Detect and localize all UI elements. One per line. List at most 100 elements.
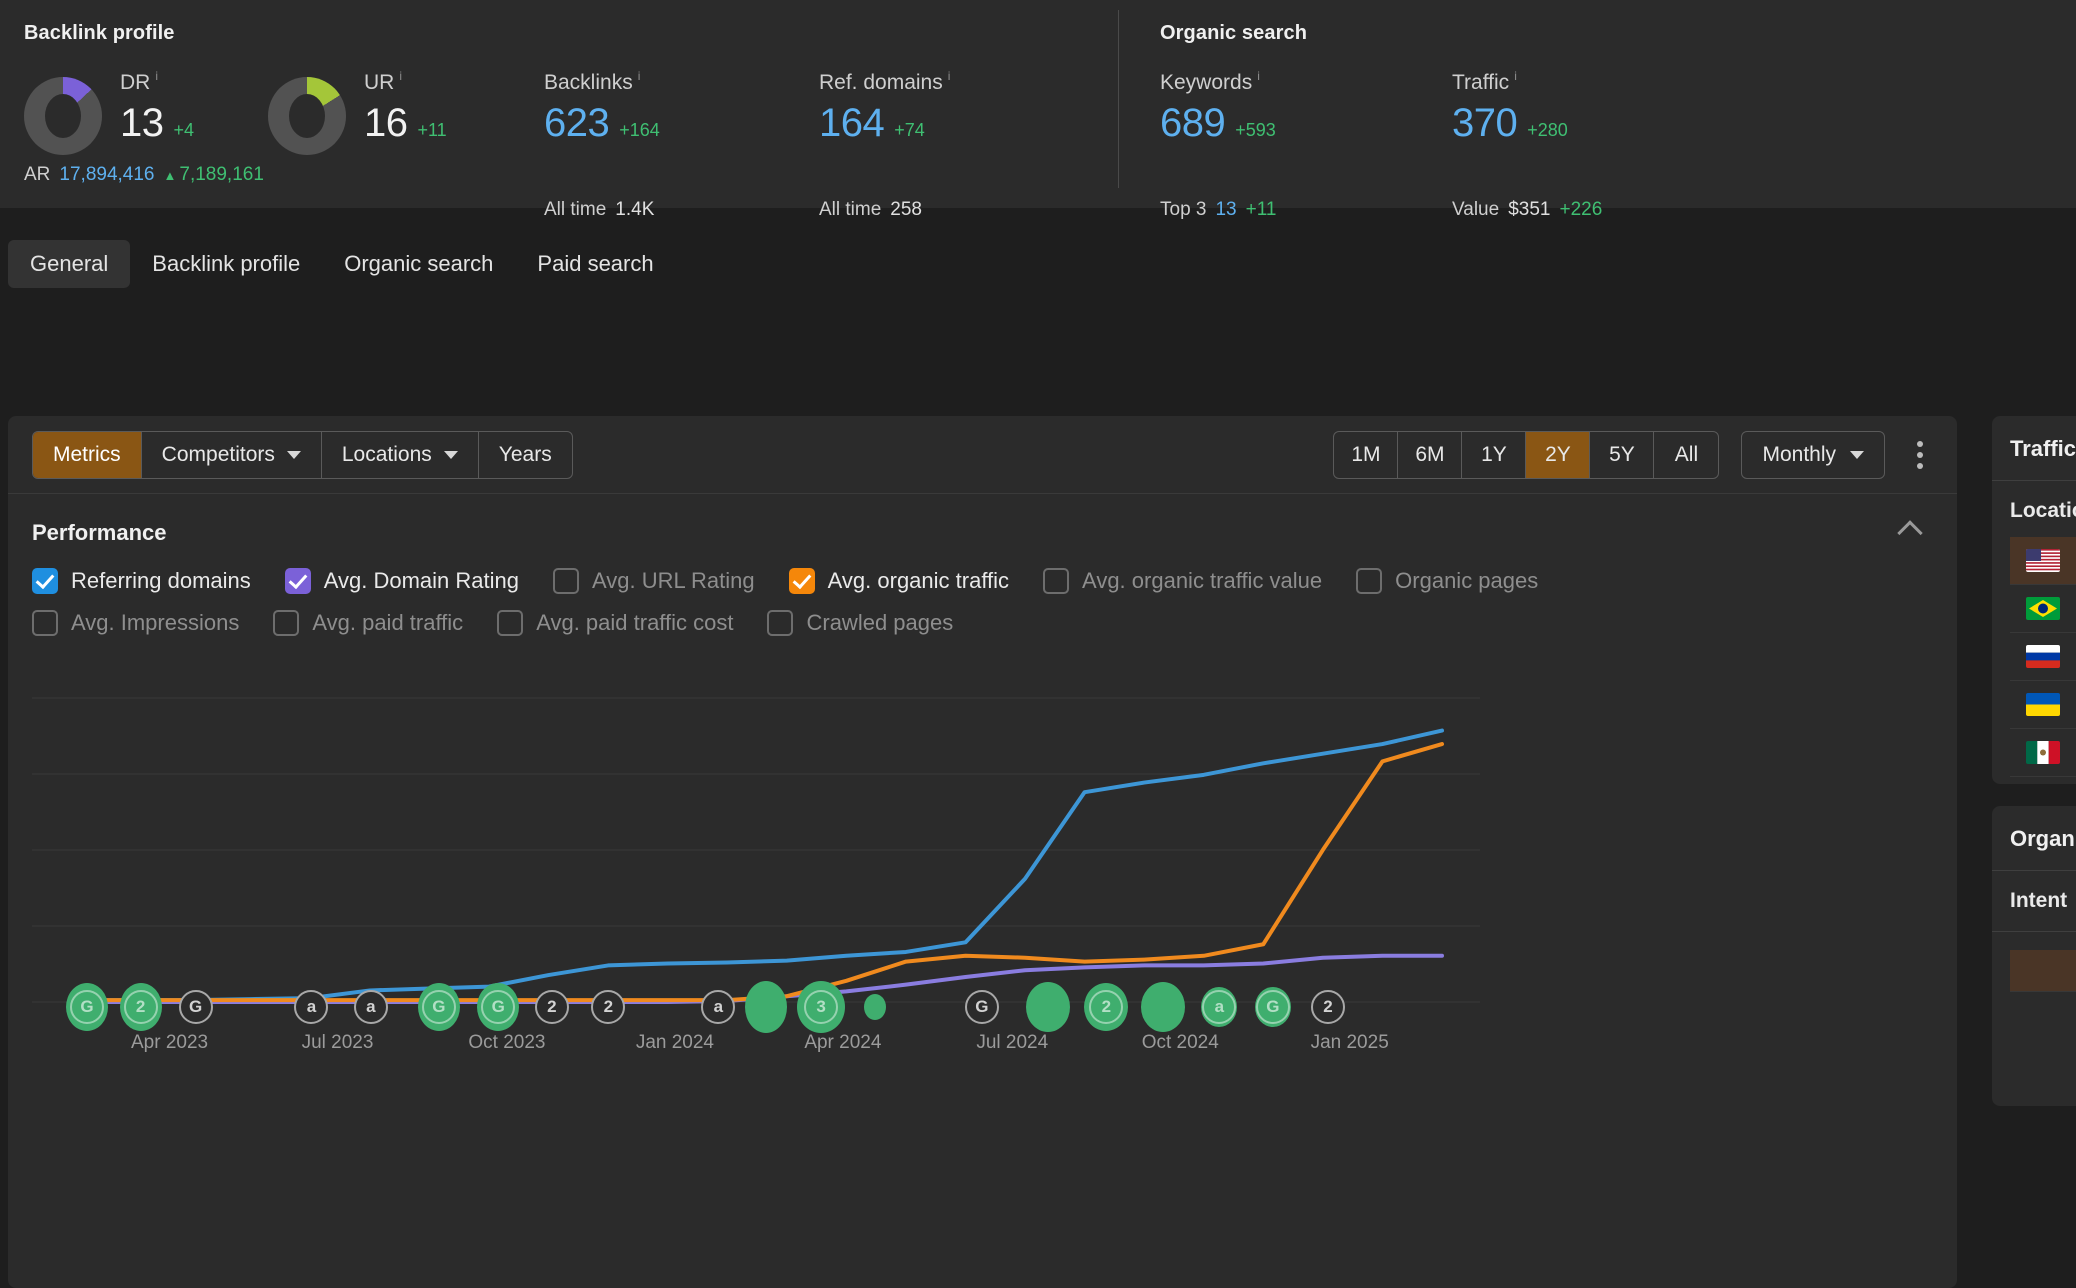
- intent-row[interactable]: [2010, 950, 2076, 992]
- info-icon[interactable]: i: [1257, 69, 1260, 83]
- checkbox-avg-organic-traffic[interactable]: Avg. organic traffic: [789, 568, 1009, 594]
- traffic-locations-panel: Traffic Locations ‹: [1992, 416, 2076, 784]
- locations-subtitle: Locations: [2010, 499, 2076, 523]
- segment-locations[interactable]: Locations: [322, 432, 479, 478]
- checkbox-avg-paid-traffic[interactable]: Avg. paid traffic: [273, 610, 463, 636]
- metric-traffic[interactable]: Traffic i 370 +280 Value $351 +226: [1452, 71, 1744, 221]
- ahrefs-rank-row[interactable]: AR 17,894,416 ▲ 7,189,161: [24, 164, 264, 186]
- backlinks-label: Backlinks i: [544, 71, 819, 95]
- tab-general[interactable]: General: [8, 240, 130, 288]
- checkbox-avg-impressions[interactable]: Avg. Impressions: [32, 610, 239, 636]
- event-marker[interactable]: G: [1256, 990, 1290, 1024]
- event-marker[interactable]: G: [179, 990, 213, 1024]
- performance-chart[interactable]: G2GaaGG22a3G2aG2 Apr 2023Jul 2023Oct 202…: [32, 680, 1933, 1080]
- location-row-ru[interactable]: [2010, 633, 2076, 681]
- locations-list: [2010, 537, 2076, 777]
- event-marker[interactable]: 2: [591, 990, 625, 1024]
- dot: [1917, 441, 1923, 447]
- traffic-subline: Value $351 +226: [1452, 199, 1602, 221]
- location-row-br[interactable]: [2010, 585, 2076, 633]
- range-1y[interactable]: 1Y: [1462, 432, 1526, 478]
- tab-backlink-profile[interactable]: Backlink profile: [130, 240, 322, 288]
- checkbox-organic-pages[interactable]: Organic pages: [1356, 568, 1538, 594]
- event-marker[interactable]: 3: [804, 990, 838, 1024]
- more-options-button[interactable]: [1907, 433, 1933, 477]
- tab-paid-search[interactable]: Paid search: [515, 240, 675, 288]
- chart-toolbar: MetricsCompetitorsLocationsYears 1M6M1Y2…: [8, 416, 1957, 494]
- location-row-us[interactable]: [2010, 537, 2076, 585]
- ref-domains-label: Ref. domains i: [819, 71, 1099, 95]
- range-5y[interactable]: 5Y: [1590, 432, 1654, 478]
- event-highlight-halo: [1141, 982, 1185, 1032]
- checkbox-crawled-pages[interactable]: Crawled pages: [767, 610, 953, 636]
- event-marker[interactable]: a: [354, 990, 388, 1024]
- ref-domains-subline: All time 258: [819, 199, 922, 221]
- range-6m[interactable]: 6M: [1398, 432, 1462, 478]
- metric-keywords[interactable]: Keywords i 689 +593 Top 3 13 +11: [1160, 71, 1452, 221]
- info-icon[interactable]: i: [399, 69, 402, 83]
- checkbox-avg-organic-traffic-value[interactable]: Avg. organic traffic value: [1043, 568, 1322, 594]
- event-marker[interactable]: G: [965, 990, 999, 1024]
- info-icon[interactable]: i: [948, 69, 951, 83]
- event-highlight-halo: [745, 981, 787, 1033]
- checkbox-avg-paid-traffic-cost[interactable]: Avg. paid traffic cost: [497, 610, 733, 636]
- granularity-dropdown[interactable]: Monthly: [1741, 431, 1885, 479]
- location-row-mx[interactable]: [2010, 729, 2076, 777]
- event-highlight-halo: [864, 994, 886, 1020]
- chevron-up-icon[interactable]: [1897, 520, 1922, 545]
- metric-dr[interactable]: DR i 13 +4: [24, 71, 268, 221]
- segment-metrics[interactable]: Metrics: [33, 432, 142, 478]
- event-marker[interactable]: a: [701, 990, 735, 1024]
- ar-value: 17,894,416: [59, 164, 154, 186]
- event-marker[interactable]: 2: [535, 990, 569, 1024]
- performance-panel: MetricsCompetitorsLocationsYears 1M6M1Y2…: [8, 416, 1957, 1288]
- checkbox-icon[interactable]: [789, 568, 815, 594]
- checkbox-icon[interactable]: [553, 568, 579, 594]
- main-tabs: GeneralBacklink profileOrganic searchPai…: [0, 231, 2076, 296]
- checkbox-icon[interactable]: [1043, 568, 1069, 594]
- checkbox-avg-domain-rating[interactable]: Avg. Domain Rating: [285, 568, 519, 594]
- checkbox-icon[interactable]: [273, 610, 299, 636]
- range-all[interactable]: All: [1654, 432, 1718, 478]
- event-marker[interactable]: 2: [1089, 990, 1123, 1024]
- info-icon[interactable]: i: [638, 69, 641, 83]
- checkbox-icon[interactable]: [285, 568, 311, 594]
- event-highlight-halo: [1026, 982, 1070, 1032]
- ur-gauge-icon: [268, 77, 346, 155]
- metric-ref-domains[interactable]: Ref. domains i 164 +74 All time 258: [819, 71, 1099, 221]
- checkbox-row: Referring domains Avg. Domain Rating Avg. …: [32, 568, 1933, 610]
- event-marker[interactable]: G: [481, 990, 515, 1024]
- checkbox-row: Avg. Impressions Avg. paid traffic Avg. pa…: [32, 610, 1933, 652]
- checkbox-icon[interactable]: [497, 610, 523, 636]
- range-2y[interactable]: 2Y: [1526, 432, 1590, 478]
- event-marker[interactable]: 2: [124, 990, 158, 1024]
- dot: [1917, 452, 1923, 458]
- metric-ur[interactable]: UR i 16 +11: [268, 71, 544, 221]
- date-range-group: 1M6M1Y2Y5YAll: [1333, 431, 1719, 479]
- checkbox-avg-url-rating[interactable]: Avg. URL Rating: [553, 568, 755, 594]
- metric-checkbox-list: Referring domains Avg. Domain Rating Avg. …: [8, 546, 1957, 652]
- checkbox-icon[interactable]: [1356, 568, 1382, 594]
- event-marker[interactable]: G: [70, 990, 104, 1024]
- event-marker[interactable]: 2: [1311, 990, 1345, 1024]
- tab-organic-search[interactable]: Organic search: [322, 240, 515, 288]
- x-axis-tick-label: Jan 2025: [1311, 1032, 1389, 1054]
- range-1m[interactable]: 1M: [1334, 432, 1398, 478]
- checkbox-referring-domains[interactable]: Referring domains: [32, 568, 251, 594]
- keywords-label: Keywords i: [1160, 71, 1452, 95]
- divider: [1992, 870, 2076, 871]
- event-marker[interactable]: a: [1202, 990, 1236, 1024]
- keywords-value: 689: [1160, 101, 1225, 145]
- segment-competitors[interactable]: Competitors: [142, 432, 322, 478]
- location-row-ua[interactable]: [2010, 681, 2076, 729]
- event-marker[interactable]: a: [294, 990, 328, 1024]
- performance-title: Performance: [32, 520, 167, 546]
- checkbox-icon[interactable]: [767, 610, 793, 636]
- info-icon[interactable]: i: [155, 69, 158, 83]
- checkbox-icon[interactable]: [32, 568, 58, 594]
- metric-backlinks[interactable]: Backlinks i 623 +164 All time 1.4K: [544, 71, 819, 221]
- event-marker[interactable]: G: [422, 990, 456, 1024]
- checkbox-icon[interactable]: [32, 610, 58, 636]
- segment-years[interactable]: Years: [479, 432, 572, 478]
- info-icon[interactable]: i: [1514, 69, 1517, 83]
